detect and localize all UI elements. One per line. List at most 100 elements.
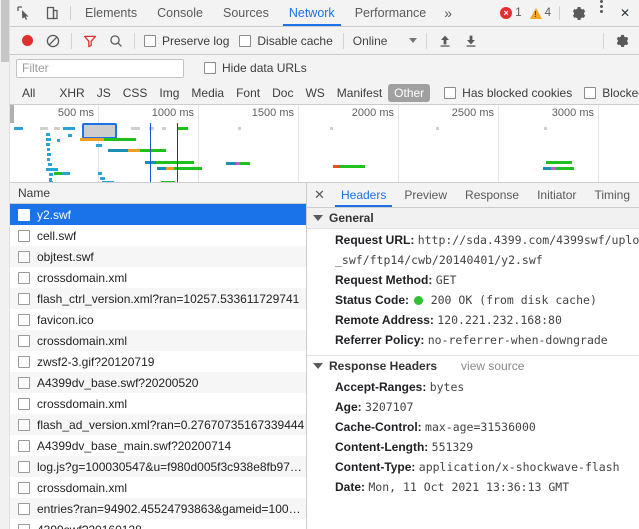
row-checkbox[interactable]	[18, 208, 30, 221]
blocked-requests-box[interactable]	[584, 86, 597, 99]
type-filter-ws[interactable]: WS	[299, 84, 330, 102]
type-filter-js[interactable]: JS	[91, 84, 117, 102]
table-row[interactable]: crossdomain.xml	[10, 393, 306, 414]
type-filter-xhr[interactable]: XHR	[53, 84, 90, 102]
gear-icon[interactable]	[564, 0, 592, 26]
import-har-button[interactable]	[432, 29, 458, 53]
table-row[interactable]: y2.swf	[10, 204, 306, 225]
header-value: bytes	[429, 380, 465, 394]
type-filter-manifest[interactable]: Manifest	[331, 84, 388, 102]
tab-headers[interactable]: Headers	[332, 183, 395, 207]
general-section-header[interactable]: General	[307, 208, 639, 229]
row-checkbox[interactable]	[18, 292, 30, 305]
clear-button[interactable]	[40, 29, 66, 53]
network-overview-timeline[interactable]: 500 ms 1000 ms 1500 ms 2000 ms 2500 ms 3…	[10, 105, 639, 183]
record-button[interactable]	[14, 29, 40, 53]
table-row[interactable]: zwsf2-3.gif?20120719	[10, 351, 306, 372]
tab-sources[interactable]: Sources	[213, 0, 279, 26]
request-name: crossdomain.xml	[37, 480, 128, 495]
row-checkbox[interactable]	[18, 460, 30, 473]
filter-input[interactable]	[16, 58, 184, 78]
table-row[interactable]: flash_ctrl_version.xml?ran=10257.5336117…	[10, 288, 306, 309]
row-checkbox[interactable]	[18, 334, 30, 347]
view-source-link[interactable]: view source	[461, 359, 524, 373]
row-checkbox[interactable]	[18, 355, 30, 368]
tab-initiator[interactable]: Initiator	[528, 183, 585, 207]
row-checkbox[interactable]	[18, 376, 30, 389]
disable-cache-checkbox[interactable]: Disable cache	[239, 34, 333, 48]
request-name: entries?ran=94902.45524793863&gameid=100…	[37, 501, 306, 516]
timeline-selection-box[interactable]	[82, 123, 117, 139]
table-row[interactable]: log.js?g=100030547&u=f980d005f3c938e8fb9…	[10, 456, 306, 477]
more-options-icon[interactable]	[592, 0, 611, 26]
table-row[interactable]: 4399swf?20160128	[10, 519, 306, 529]
tab-console[interactable]: Console	[147, 0, 213, 26]
network-settings-gear-icon[interactable]	[609, 29, 635, 53]
referrer-policy-row: Referrer Policy: no-referrer-when-downgr…	[307, 332, 639, 355]
type-filter-other[interactable]: Other	[388, 83, 431, 102]
table-row[interactable]: crossdomain.xml	[10, 477, 306, 498]
tab-response[interactable]: Response	[456, 183, 528, 207]
type-filter-css[interactable]: CSS	[117, 84, 154, 102]
type-filter-doc[interactable]: Doc	[266, 84, 299, 102]
header-value: Mon, 11 Oct 2021 13:36:13 GMT	[368, 480, 570, 494]
warning-count-badge[interactable]: 4	[526, 0, 555, 26]
response-headers-section-header[interactable]: Response Headers view source	[307, 355, 639, 376]
close-icon[interactable]: ✕	[307, 183, 332, 207]
filter-icon[interactable]	[77, 29, 103, 53]
export-har-button[interactable]	[458, 29, 484, 53]
row-checkbox[interactable]	[18, 250, 30, 263]
table-row[interactable]: A4399dv_base_main.swf?20200714	[10, 435, 306, 456]
type-filter-img[interactable]: Img	[153, 84, 185, 102]
row-checkbox[interactable]	[18, 313, 30, 326]
request-details-pane: ✕ Headers Preview Response Initiator Tim…	[307, 183, 639, 529]
response-header-row: Age: 3207107	[307, 399, 639, 419]
has-blocked-cookies-checkbox[interactable]: Has blocked cookies	[444, 86, 572, 100]
row-checkbox[interactable]	[18, 523, 30, 529]
row-checkbox[interactable]	[18, 481, 30, 494]
table-row[interactable]: favicon.ico	[10, 309, 306, 330]
disable-cache-box[interactable]	[239, 34, 252, 47]
table-row[interactable]: flash_ad_version.xml?ran=0.2767073516733…	[10, 414, 306, 435]
type-filter-font[interactable]: Font	[230, 84, 266, 102]
tab-timing[interactable]: Timing	[585, 183, 639, 207]
row-checkbox[interactable]	[18, 502, 30, 515]
inspect-element-icon[interactable]	[10, 0, 38, 26]
row-checkbox[interactable]	[18, 397, 30, 410]
tab-network[interactable]: Network	[279, 0, 345, 26]
hide-data-urls-checkbox[interactable]: Hide data URLs	[204, 61, 307, 75]
preserve-log-box[interactable]	[144, 34, 156, 47]
table-row[interactable]: entries?ran=94902.45524793863&gameid=100…	[10, 498, 306, 519]
preserve-log-checkbox[interactable]: Preserve log	[144, 34, 229, 48]
type-filter-media[interactable]: Media	[185, 84, 230, 102]
overview-grabber-left[interactable]	[10, 105, 14, 123]
page-scrollbar-thumb[interactable]	[1, 0, 9, 62]
page-scrollbar[interactable]	[0, 0, 10, 529]
table-row[interactable]: crossdomain.xml	[10, 330, 306, 351]
search-icon[interactable]	[103, 29, 129, 53]
has-blocked-cookies-box[interactable]	[444, 86, 457, 99]
row-checkbox[interactable]	[18, 271, 30, 284]
blocked-requests-checkbox[interactable]: Blocked Requests	[584, 86, 639, 100]
panel-splitter[interactable]	[306, 183, 307, 529]
tab-elements[interactable]: Elements	[75, 0, 147, 26]
tab-preview[interactable]: Preview	[395, 183, 456, 207]
request-list-header[interactable]: Name	[10, 183, 306, 204]
row-checkbox[interactable]	[18, 229, 30, 242]
chevron-down-icon	[313, 363, 323, 369]
type-filter-all[interactable]: All	[16, 84, 41, 102]
request-method-row: Request Method: GET	[307, 272, 639, 292]
tab-performance[interactable]: Performance	[345, 0, 437, 26]
row-checkbox[interactable]	[18, 439, 30, 452]
close-icon[interactable]: ✕	[611, 0, 639, 26]
throttling-select[interactable]: Online	[349, 34, 422, 48]
device-toolbar-icon[interactable]	[38, 0, 66, 26]
table-row[interactable]: crossdomain.xml	[10, 267, 306, 288]
table-row[interactable]: objtest.swf	[10, 246, 306, 267]
more-tabs-button[interactable]: »	[436, 0, 460, 26]
error-count-badge[interactable]: × 1	[496, 0, 525, 26]
row-checkbox[interactable]	[18, 418, 30, 431]
table-row[interactable]: cell.swf	[10, 225, 306, 246]
table-row[interactable]: A4399dv_base.swf?20200520	[10, 372, 306, 393]
hide-data-urls-box[interactable]	[204, 62, 216, 74]
